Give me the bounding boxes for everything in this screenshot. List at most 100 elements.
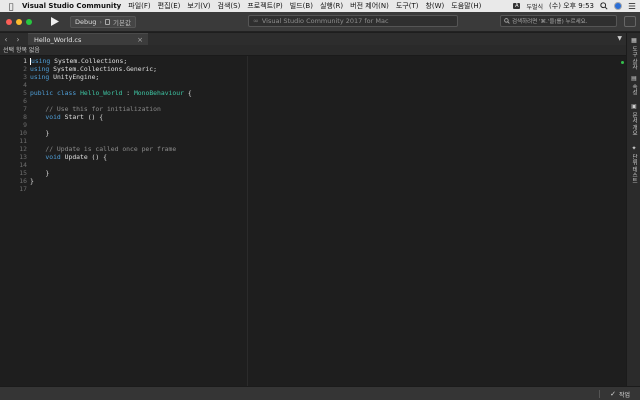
tab-forward-icon[interactable]: ›	[12, 35, 24, 44]
status-bar: ✓ 작업	[0, 386, 640, 400]
document-outline-icon: ▣	[631, 103, 637, 110]
notification-center-icon[interactable]	[628, 2, 636, 10]
code-token: System.Collections.Generic;	[49, 65, 157, 73]
run-button[interactable]	[48, 15, 62, 29]
unit-tests-icon: ✦	[631, 145, 637, 152]
search-placeholder: 검색하려면 '⌘.'을(를) 누르세요.	[512, 19, 588, 25]
code-line[interactable]: 11	[19, 137, 620, 145]
device-label: 기본값	[113, 18, 131, 27]
pad-unit-tests-label: 단위 테스트	[631, 154, 637, 184]
code-line[interactable]: 3 using UnityEngine;	[23, 73, 620, 81]
tab-list-dropdown-icon[interactable]: ▼	[617, 33, 622, 45]
pad-unit-tests[interactable]: ✦ 단위 테스트	[628, 145, 640, 183]
code-line[interactable]: 1 using System.Collections;	[23, 57, 620, 65]
code-line[interactable]: 12 // Update is called once per frame	[19, 145, 620, 153]
menu-edit[interactable]: 편집(E)	[158, 1, 181, 11]
code-token: }	[30, 177, 34, 185]
line-number: 6	[23, 97, 27, 105]
code-token: // Update is called once per frame	[30, 145, 177, 153]
window-controls	[6, 18, 32, 25]
code-token: Update () {	[60, 153, 107, 161]
code-token: class	[56, 89, 77, 97]
code-line[interactable]: 17	[19, 185, 620, 193]
code-line[interactable]: 2 using System.Collections.Generic;	[23, 65, 620, 73]
line-number: 11	[19, 137, 27, 145]
menu-help[interactable]: 도움말(H)	[451, 1, 481, 11]
path-bar[interactable]: 선택 항목 없음	[0, 45, 626, 56]
menu-view[interactable]: 보기(V)	[187, 1, 210, 11]
menu-window[interactable]: 창(W)	[425, 1, 444, 11]
global-search-input[interactable]: 검색하려면 '⌘.'을(를) 누르세요.	[500, 15, 617, 27]
spotlight-search-icon[interactable]	[600, 2, 608, 10]
macos-menu-bar:  Visual Studio Community 파일(F) 편집(E) 보기…	[0, 0, 640, 12]
tasks-label: 작업	[618, 391, 630, 399]
code-line[interactable]: 8 void Start () {	[23, 113, 620, 121]
user-avatar-icon[interactable]	[614, 2, 622, 10]
menu-version-control[interactable]: 버전 제어(N)	[350, 1, 389, 11]
code-line[interactable]: 4	[23, 81, 620, 89]
code-line[interactable]: 10 }	[19, 129, 620, 137]
ide-toolbar: Debug › 기본값 ∞ Visual Studio Community 20…	[0, 12, 640, 32]
line-number: 7	[23, 105, 27, 113]
configuration-selector[interactable]: Debug › 기본값	[70, 15, 136, 28]
clock[interactable]: (수) 오후 9:53	[549, 1, 594, 11]
code-line[interactable]: 14	[19, 161, 620, 169]
menu-file[interactable]: 파일(F)	[128, 1, 150, 11]
line-number: 15	[19, 169, 27, 177]
line-number: 4	[23, 81, 27, 89]
configuration-label: Debug	[75, 17, 97, 26]
pad-toolbox-label: 도구 상자	[631, 46, 637, 70]
pad-document-outline-label: 문서 개요	[631, 112, 637, 136]
menu-build[interactable]: 빌드(B)	[290, 1, 313, 11]
pad-document-outline[interactable]: ▣ 문서 개요	[628, 103, 640, 136]
line-number: 1	[23, 57, 27, 65]
code-token: public	[30, 89, 54, 97]
menu-project[interactable]: 프로젝트(P)	[247, 1, 282, 11]
line-number: 10	[19, 129, 27, 137]
device-icon	[105, 18, 110, 25]
tasks-button[interactable]: ✓ 작업	[610, 387, 630, 400]
status-title-box: ∞ Visual Studio Community 2017 for Mac	[248, 15, 458, 27]
toggle-panel-button[interactable]	[624, 16, 636, 27]
code-line[interactable]: 16}	[19, 177, 620, 185]
code-line[interactable]: 13 void Update () {	[19, 153, 620, 161]
tab-back-icon[interactable]: ‹	[0, 35, 12, 44]
code-line[interactable]: 9	[23, 121, 620, 129]
input-method-icon[interactable]: A	[513, 3, 521, 9]
code-token: }	[30, 129, 50, 137]
zoom-window-icon[interactable]	[26, 18, 32, 25]
close-window-icon[interactable]	[6, 18, 12, 25]
code-token: using	[31, 57, 51, 65]
status-divider	[599, 390, 600, 398]
checkmark-icon: ✓	[610, 390, 616, 398]
menu-search[interactable]: 검색(S)	[218, 1, 241, 11]
code-line[interactable]: 15 }	[19, 169, 620, 177]
close-tab-icon[interactable]: ×	[137, 36, 143, 44]
apple-menu-icon[interactable]: 	[4, 2, 18, 11]
code-token: Hello_World	[80, 89, 123, 97]
document-tab-bar: ‹ › Hello_World.cs × ▼	[0, 33, 626, 45]
code-area[interactable]: 1 using System.Collections; 2 using System.…	[19, 57, 620, 193]
line-number: 8	[23, 113, 27, 121]
code-line[interactable]: 6	[23, 97, 620, 105]
pad-toolbox[interactable]: ▦ 도구 상자	[628, 37, 640, 70]
properties-icon: ▤	[631, 75, 637, 82]
menu-run[interactable]: 실행(R)	[320, 1, 343, 11]
line-number: 16	[19, 177, 27, 185]
code-line[interactable]: 7 // Use this for initialization	[23, 105, 620, 113]
menu-tools[interactable]: 도구(T)	[396, 1, 419, 11]
code-token: // Use this for initialization	[30, 105, 161, 113]
pad-properties[interactable]: ▤ 속성	[628, 75, 640, 95]
line-number: 5	[23, 89, 27, 97]
pad-properties-label: 속성	[631, 84, 637, 95]
code-token: MonoBehaviour	[133, 89, 184, 97]
input-method-label[interactable]: 두벌식	[526, 2, 543, 11]
tab-hello-world[interactable]: Hello_World.cs ×	[28, 33, 148, 45]
code-line[interactable]: 5 public class Hello_World : MonoBehaviou…	[23, 89, 620, 97]
line-number: 12	[19, 145, 27, 153]
minimize-window-icon[interactable]	[16, 18, 22, 25]
code-editor[interactable]: 1 using System.Collections; 2 using System.…	[0, 56, 626, 386]
code-token: System.Collections;	[50, 57, 128, 65]
app-menu[interactable]: Visual Studio Community	[22, 2, 121, 10]
